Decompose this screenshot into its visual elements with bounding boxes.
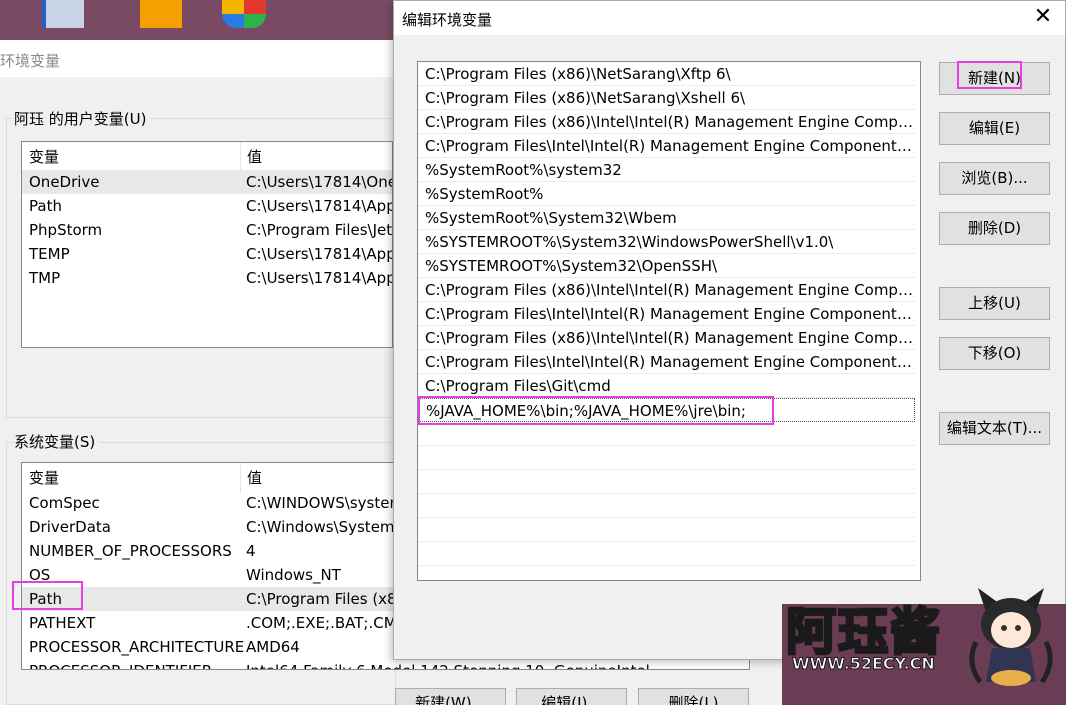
- mascot-icon: [969, 588, 1053, 686]
- list-item[interactable]: C:\Program Files\Git\cmd: [418, 374, 915, 398]
- column-header-name[interactable]: 变量: [29, 463, 59, 493]
- watermark-url: WWW.52ECY.CN: [792, 654, 936, 674]
- column-header-value[interactable]: 值: [240, 142, 262, 172]
- user-vars-label: 阿珏 的用户变量(U): [14, 108, 151, 129]
- desktop-background: [0, 0, 400, 40]
- empty-list-row: [418, 470, 915, 494]
- user-vars-table[interactable]: 变量 值 OneDrive C:\Users\17814\One Path C:…: [21, 141, 393, 348]
- list-item[interactable]: %SYSTEMROOT%\System32\OpenSSH\: [418, 254, 915, 278]
- empty-list-row: [418, 542, 915, 566]
- edit-text-button[interactable]: 编辑文本(T)...: [939, 412, 1050, 445]
- table-header: 变量 值: [22, 142, 392, 172]
- desktop-app-icon[interactable]: [42, 0, 84, 28]
- list-item[interactable]: C:\Program Files (x86)\NetSarang\Xshell …: [418, 86, 915, 110]
- system-vars-label: 系统变量(S): [14, 431, 100, 452]
- watermark: 阿珏酱 WWW.52ECY.CN: [782, 582, 1066, 705]
- table-row[interactable]: PROCESSOR_IDENTIFIER Intel64 Family 6 Mo…: [22, 659, 749, 669]
- list-item[interactable]: C:\Program Files\Intel\Intel(R) Manageme…: [418, 350, 915, 374]
- list-item[interactable]: C:\Program Files (x86)\Intel\Intel(R) Ma…: [418, 278, 915, 302]
- path-entries-list[interactable]: C:\Program Files (x86)\NetSarang\Xftp 6\…: [417, 61, 921, 581]
- table-row[interactable]: OneDrive C:\Users\17814\One: [22, 170, 392, 194]
- empty-list-row: [418, 446, 915, 470]
- dialog-title: 编辑环境变量: [402, 11, 493, 29]
- new-system-var-button[interactable]: 新建(W)...: [395, 688, 506, 705]
- path-entry-edit-field[interactable]: %JAVA_HOME%\bin;%JAVA_HOME%\jre\bin;: [418, 398, 915, 422]
- table-row[interactable]: PhpStorm C:\Program Files\Jet: [22, 218, 392, 242]
- table-row[interactable]: TMP C:\Users\17814\App: [22, 266, 392, 290]
- table-row[interactable]: Path C:\Users\17814\App: [22, 194, 392, 218]
- move-up-button[interactable]: 上移(U): [939, 287, 1050, 320]
- list-item[interactable]: C:\Program Files\Intel\Intel(R) Manageme…: [418, 302, 915, 326]
- column-header-name[interactable]: 变量: [29, 142, 59, 172]
- list-item[interactable]: %SystemRoot%\system32: [418, 158, 915, 182]
- delete-path-button[interactable]: 删除(D): [939, 212, 1050, 245]
- list-item[interactable]: %SystemRoot%: [418, 182, 915, 206]
- list-item[interactable]: C:\Program Files (x86)\NetSarang\Xftp 6\: [418, 62, 915, 86]
- close-icon[interactable]: ✕: [1033, 6, 1053, 28]
- list-item[interactable]: C:\Program Files (x86)\Intel\Intel(R) Ma…: [418, 110, 915, 134]
- list-item[interactable]: %SYSTEMROOT%\System32\WindowsPowerShell\…: [418, 230, 915, 254]
- list-item[interactable]: %SystemRoot%\System32\Wbem: [418, 206, 915, 230]
- delete-system-var-button[interactable]: 删除(L): [638, 688, 749, 705]
- move-down-button[interactable]: 下移(O): [939, 337, 1050, 370]
- browse-path-button[interactable]: 浏览(B)...: [939, 162, 1050, 195]
- edit-path-button[interactable]: 编辑(E): [939, 112, 1050, 145]
- window-title: 环境变量: [0, 40, 400, 77]
- empty-list-row: [418, 422, 915, 446]
- empty-list-row: [418, 494, 915, 518]
- dialog-titlebar: 编辑环境变量 ✕: [394, 1, 1065, 35]
- list-item[interactable]: C:\Program Files\Intel\Intel(R) Manageme…: [418, 134, 915, 158]
- new-path-button[interactable]: 新建(N): [939, 62, 1050, 95]
- empty-list-row: [418, 518, 915, 542]
- column-header-value[interactable]: 值: [240, 463, 262, 493]
- edit-system-var-button[interactable]: 编辑(I)...: [516, 688, 627, 705]
- edit-environment-variable-dialog: 编辑环境变量 ✕ C:\Program Files (x86)\NetSaran…: [393, 0, 1066, 660]
- desktop-app-icon[interactable]: [222, 0, 266, 28]
- table-row[interactable]: TEMP C:\Users\17814\App: [22, 242, 392, 266]
- list-item[interactable]: C:\Program Files (x86)\Intel\Intel(R) Ma…: [418, 326, 915, 350]
- desktop-app-icon[interactable]: [140, 0, 182, 28]
